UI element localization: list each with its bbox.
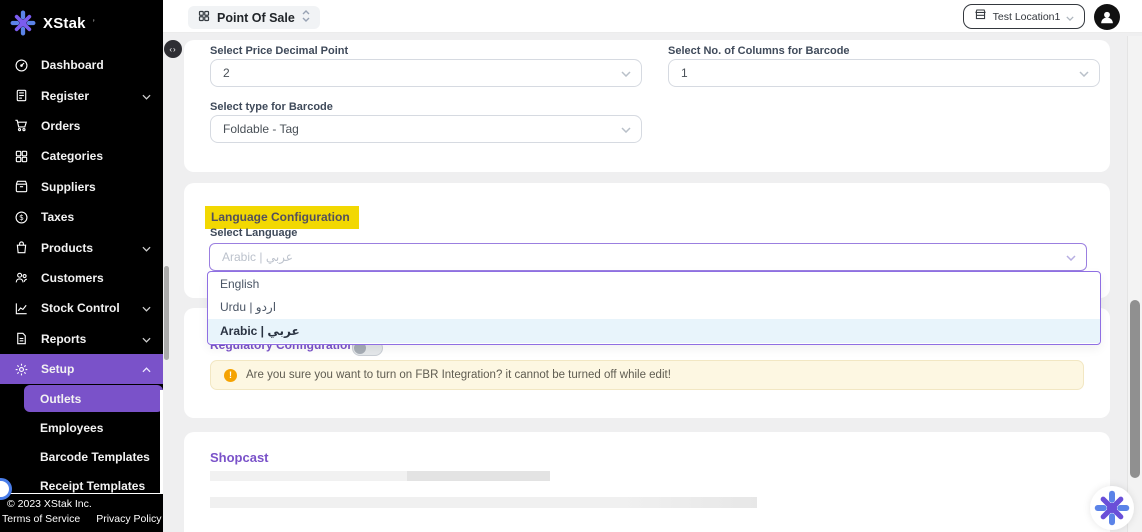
sidebar-item-suppliers[interactable]: Suppliers bbox=[0, 172, 163, 202]
price-decimal-label: Select Price Decimal Point bbox=[210, 45, 348, 57]
chevron-down-icon bbox=[1066, 8, 1074, 26]
module-switcher[interactable]: Point Of Sale bbox=[188, 6, 320, 29]
sidebar-item-categories[interactable]: Categories bbox=[0, 141, 163, 171]
chevron-down-icon bbox=[1066, 250, 1076, 264]
sidebar-item-reports[interactable]: Reports bbox=[0, 324, 163, 354]
skeleton-loader-bar bbox=[210, 497, 757, 508]
module-label: Point Of Sale bbox=[217, 11, 295, 25]
select-language-label: Select Language bbox=[210, 227, 297, 239]
customers-icon bbox=[14, 270, 29, 285]
chevron-down-icon bbox=[142, 87, 151, 105]
price-decimal-select[interactable]: 2 bbox=[210, 59, 642, 87]
price-decimal-value: 2 bbox=[223, 66, 230, 80]
barcode-type-label: Select type for Barcode bbox=[210, 101, 333, 113]
sidebar: XStak ’ Dashboard Register Orders Catego… bbox=[0, 0, 163, 532]
shopcast-card: Shopcast bbox=[184, 432, 1110, 532]
chevron-down-icon bbox=[621, 66, 631, 80]
xstak-flower-icon bbox=[10, 10, 36, 36]
location-selector[interactable]: Test Location1 bbox=[963, 4, 1085, 29]
brand-name: XStak bbox=[43, 15, 86, 32]
language-option-arabic[interactable]: Arabic | عربي bbox=[208, 319, 1100, 343]
stock-chart-icon bbox=[14, 301, 29, 316]
shopcast-title: Shopcast bbox=[210, 450, 269, 465]
cart-icon bbox=[14, 118, 29, 133]
sidebar-footer: © 2023 XStak Inc. Terms of Service Priva… bbox=[0, 493, 163, 532]
language-configuration-title: Language Configuration bbox=[205, 206, 359, 229]
person-icon bbox=[1098, 8, 1116, 26]
store-icon bbox=[974, 8, 987, 26]
barcode-type-value: Foldable - Tag bbox=[223, 122, 299, 136]
sidebar-item-taxes[interactable]: $ Taxes bbox=[0, 202, 163, 232]
sidebar-subitem-outlets[interactable]: Outlets bbox=[24, 385, 163, 412]
sidebar-subitem-barcode-templates[interactable]: Barcode Templates bbox=[0, 442, 163, 471]
chevron-down-icon bbox=[621, 122, 631, 136]
top-bar: Point Of Sale Test Location1 bbox=[163, 0, 1142, 33]
chevron-up-icon bbox=[142, 360, 151, 378]
chevron-down-icon bbox=[142, 330, 151, 348]
app-window: Point Of Sale Test Location1 ‹› Select P… bbox=[0, 0, 1142, 532]
brand-logo: XStak ’ bbox=[10, 10, 95, 36]
barcode-columns-label: Select No. of Columns for Barcode bbox=[668, 45, 850, 57]
barcode-columns-select[interactable]: 1 bbox=[668, 59, 1100, 87]
copyright-text: © 2023 XStak Inc. bbox=[7, 498, 92, 510]
warning-icon: ! bbox=[224, 369, 237, 382]
chevron-down-icon bbox=[142, 239, 151, 257]
barcode-columns-value: 1 bbox=[681, 66, 688, 80]
barcode-settings-card: Select Price Decimal Point 2 Select No. … bbox=[184, 40, 1110, 172]
reports-document-icon bbox=[14, 331, 29, 346]
sidebar-item-register[interactable]: Register bbox=[0, 80, 163, 110]
dashboard-icon bbox=[14, 58, 29, 73]
option-label: English bbox=[220, 277, 259, 291]
fbr-warning-banner: ! Are you sure you want to turn on FBR I… bbox=[210, 360, 1084, 390]
xstak-flower-icon bbox=[1094, 490, 1130, 526]
option-label: Urdu | اردو bbox=[220, 300, 276, 314]
sidebar-item-products[interactable]: Products bbox=[0, 232, 163, 262]
language-select-value: Arabic | عربي bbox=[222, 250, 293, 264]
language-option-english[interactable]: English bbox=[208, 272, 1100, 296]
sidebar-item-setup[interactable]: Setup bbox=[0, 354, 163, 384]
sidebar-nav: Dashboard Register Orders Categories Sup… bbox=[0, 50, 163, 500]
privacy-policy-link[interactable]: Privacy Policy bbox=[96, 513, 161, 525]
skeleton-loader-bar bbox=[210, 471, 550, 481]
chevron-down-icon bbox=[142, 299, 151, 317]
sidebar-item-customers[interactable]: Customers bbox=[0, 263, 163, 293]
register-icon bbox=[14, 88, 29, 103]
loading-spinner bbox=[1090, 486, 1134, 530]
language-option-urdu[interactable]: Urdu | اردو bbox=[208, 296, 1100, 320]
sidebar-item-stock-control[interactable]: Stock Control bbox=[0, 293, 163, 323]
inner-scrollbar-thumb[interactable] bbox=[164, 266, 169, 360]
language-select[interactable]: Arabic | عربي bbox=[209, 243, 1087, 271]
grid-icon bbox=[198, 9, 210, 27]
setup-gear-icon bbox=[14, 362, 29, 377]
sidebar-collapse-button[interactable]: ‹› bbox=[164, 40, 182, 58]
sidebar-item-orders[interactable]: Orders bbox=[0, 111, 163, 141]
chevron-down-icon bbox=[1079, 66, 1089, 80]
collapse-icon: ‹› bbox=[169, 45, 176, 54]
option-label: Arabic | عربي bbox=[220, 324, 300, 338]
suppliers-box-icon bbox=[14, 179, 29, 194]
taxes-dollar-icon: $ bbox=[14, 210, 29, 225]
language-dropdown-menu: English Urdu | اردو Arabic | عربي bbox=[207, 271, 1101, 345]
location-label: Test Location1 bbox=[993, 11, 1061, 23]
terms-of-service-link[interactable]: Terms of Service bbox=[2, 513, 80, 525]
barcode-type-select[interactable]: Foldable - Tag bbox=[210, 115, 642, 143]
sort-arrows-icon bbox=[302, 9, 310, 27]
categories-grid-icon bbox=[14, 149, 29, 164]
products-bag-icon bbox=[14, 240, 29, 255]
warning-text: Are you sure you want to turn on FBR Int… bbox=[246, 369, 671, 381]
brand-mark: ’ bbox=[93, 18, 95, 28]
content-scrollbar-thumb[interactable] bbox=[1130, 300, 1140, 478]
sidebar-subitem-employees[interactable]: Employees bbox=[0, 413, 163, 442]
sidebar-item-dashboard[interactable]: Dashboard bbox=[0, 50, 163, 80]
svg-text:$: $ bbox=[19, 213, 24, 222]
user-avatar[interactable] bbox=[1094, 4, 1120, 30]
